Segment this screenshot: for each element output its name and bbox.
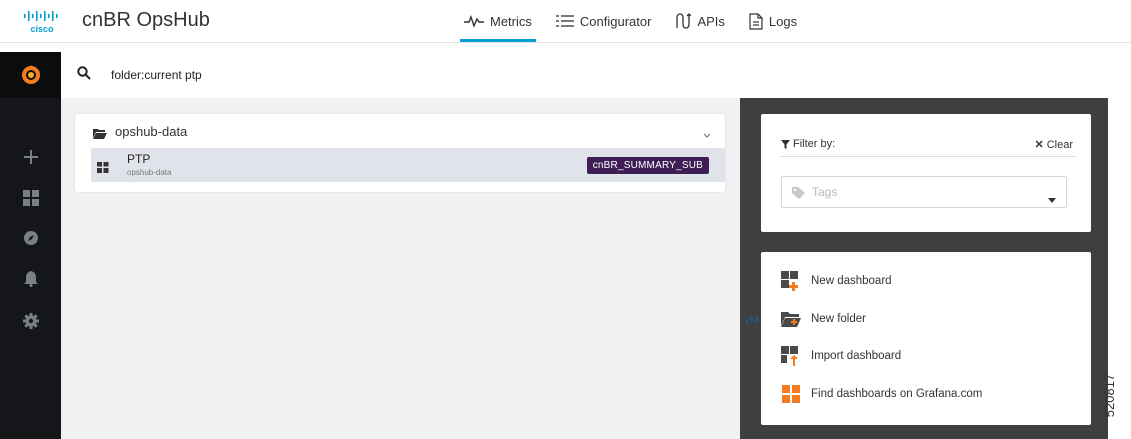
background-text-fragment: C 2	[1092, 363, 1108, 374]
new-folder-icon	[781, 309, 801, 329]
filter-panel: Filter by: ✕ Clear Tags	[761, 114, 1091, 232]
caret-down-icon	[1048, 190, 1056, 208]
figure-id-text: 520817	[1102, 373, 1118, 418]
find-dashboards-action[interactable]: Find dashboards on Grafana.com	[781, 382, 982, 406]
nav-label: APIs	[697, 13, 725, 29]
filter-label-text: Filter by:	[793, 138, 836, 150]
bell-icon[interactable]	[22, 270, 40, 288]
clear-label: Clear	[1046, 138, 1073, 151]
nav-apis[interactable]: APIs	[663, 0, 736, 42]
action-label: Find dashboards on Grafana.com	[811, 388, 983, 400]
import-dashboard-action[interactable]: Import dashboard	[781, 344, 901, 368]
close-icon: ✕	[1034, 139, 1044, 151]
new-dashboard-action[interactable]: New dashboard	[781, 269, 892, 293]
tag-icon	[792, 186, 805, 204]
nav-label: Configurator	[579, 13, 652, 29]
chevron-down-icon	[703, 126, 711, 144]
api-icon	[675, 13, 692, 29]
dashboard-folder-label: opshub-data	[127, 168, 172, 177]
folder-header[interactable]: opshub-data	[75, 114, 725, 148]
folder-name: opshub-data	[115, 124, 188, 139]
grafana-logo-button[interactable]	[0, 52, 61, 98]
filter-label: Filter by:	[781, 138, 835, 150]
document-icon	[749, 12, 763, 30]
tags-select[interactable]: Tags	[781, 176, 1067, 208]
divider	[781, 156, 1075, 157]
import-dashboard-icon	[781, 346, 801, 366]
action-label: Import dashboard	[811, 350, 902, 362]
action-label: New folder	[811, 313, 866, 325]
dashboard-grid-icon	[97, 160, 109, 178]
filter-icon	[781, 139, 790, 149]
folder-open-icon	[93, 126, 107, 144]
tags-placeholder: Tags	[812, 185, 838, 199]
list-icon	[555, 14, 574, 28]
background-text-fragment: yM	[745, 315, 759, 326]
search-results: opshub-data PTP opshub-data cnBR_SUMMARY…	[61, 98, 740, 439]
clear-filter-button[interactable]: ✕ Clear	[1034, 138, 1073, 152]
action-label: New dashboard	[811, 275, 892, 287]
pulse-icon	[464, 15, 484, 27]
grafana-com-icon	[781, 384, 801, 404]
search-bar	[61, 52, 1111, 99]
new-dashboard-icon	[781, 271, 801, 291]
figure-id: 520817	[1102, 360, 1131, 438]
grafana-sidebar	[0, 52, 61, 439]
plus-icon[interactable]	[22, 148, 40, 166]
nav-label: Metrics	[490, 13, 532, 29]
search-input[interactable]	[109, 64, 613, 86]
cisco-logo: cisco	[24, 11, 58, 34]
explore-icon[interactable]	[22, 229, 40, 247]
app-title: cnBR OpsHub	[82, 9, 210, 31]
dashboard-tag[interactable]: cnBR_SUMMARY_SUB	[586, 157, 709, 174]
search-icon	[77, 66, 91, 85]
dashboard-result-row[interactable]: PTP opshub-data cnBR_SUMMARY_SUB	[91, 148, 725, 182]
svg-text:cisco: cisco	[30, 24, 54, 34]
gear-icon[interactable]	[22, 312, 40, 330]
grafana-logo-icon	[21, 65, 40, 84]
dashboards-icon[interactable]	[22, 189, 40, 207]
new-folder-action[interactable]: New folder	[781, 307, 866, 331]
actions-panel: New dashboard New folder Import dashboar…	[761, 252, 1091, 425]
nav-logs[interactable]: Logs	[737, 0, 809, 42]
folder-section: opshub-data PTP opshub-data cnBR_SUMMARY…	[75, 114, 725, 192]
top-header: cisco cnBR OpsHub Metrics Configurator A…	[0, 0, 1131, 43]
nav-metrics[interactable]: Metrics	[452, 0, 544, 42]
nav-configurator[interactable]: Configurator	[544, 0, 664, 42]
nav-label: Logs	[768, 13, 798, 29]
dashboard-title: PTP	[127, 152, 151, 166]
top-nav: Metrics Configurator APIs Logs	[452, 0, 809, 42]
